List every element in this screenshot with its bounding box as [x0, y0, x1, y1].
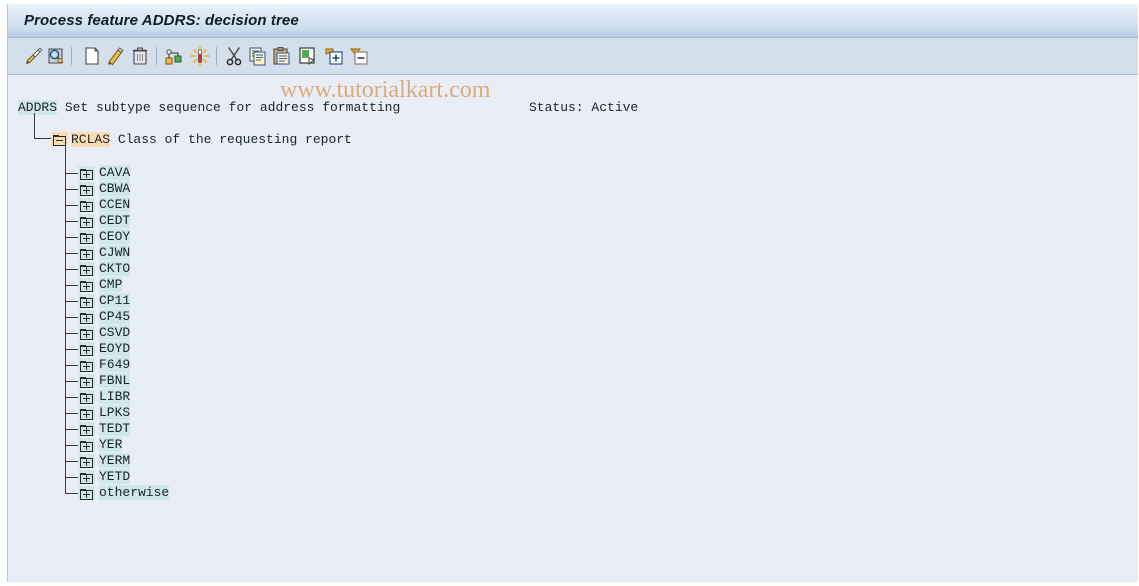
create-page-icon[interactable] — [82, 46, 102, 66]
expand-box-icon[interactable] — [78, 486, 95, 500]
expand-box-icon[interactable] — [78, 310, 95, 324]
root-node-description: Class of the requesting report — [110, 132, 352, 147]
tree-line-branch — [65, 477, 78, 478]
feature-header: ADDRS Set subtype sequence for address f… — [18, 100, 400, 115]
expand-box-icon[interactable] — [78, 406, 95, 420]
check-pencil-icon[interactable] — [24, 46, 44, 66]
tree-line-branch — [65, 429, 78, 430]
application-root: Process feature ADDRS: decision tree www… — [0, 0, 1139, 586]
expand-box-icon[interactable] — [78, 262, 95, 276]
tree-line-branch — [65, 445, 78, 446]
tree-leaf-label[interactable]: CEOY — [99, 229, 131, 244]
tree-line-children-spine — [65, 146, 66, 493]
window-title: Process feature ADDRS: decision tree — [24, 12, 299, 29]
tree-line-root-vertical — [34, 113, 35, 138]
expand-box-icon[interactable] — [78, 230, 95, 244]
root-node-key[interactable]: RCLAS — [71, 132, 111, 147]
display-magnifier-icon[interactable] — [46, 46, 66, 66]
toolbar-separator-3 — [216, 47, 217, 65]
tree-leaf-label[interactable]: CSVD — [99, 325, 131, 340]
tree-leaf-label[interactable]: CP11 — [99, 293, 131, 308]
tree-leaf-label[interactable]: CMP — [99, 277, 123, 292]
expand-box-icon[interactable] — [78, 470, 95, 484]
tree-leaf-label[interactable]: CAVA — [99, 165, 131, 180]
sap-window: Process feature ADDRS: decision tree www… — [7, 4, 1138, 582]
expand-box-icon[interactable] — [78, 166, 95, 180]
application-toolbar: www.tutorialkart.com — [8, 38, 1138, 103]
expand-box-icon[interactable] — [78, 358, 95, 372]
tree-line-branch — [65, 253, 78, 254]
expand-box-icon[interactable] — [78, 214, 95, 228]
tree-line-branch — [65, 285, 78, 286]
tree-leaf-label[interactable]: CBWA — [99, 181, 131, 196]
expand-box-icon[interactable] — [78, 454, 95, 468]
tree-line-branch — [65, 365, 78, 366]
expand-box-icon[interactable] — [78, 422, 95, 436]
tree-leaf-label[interactable]: YERM — [99, 453, 131, 468]
status-badge: Status: Active — [529, 100, 639, 115]
toolbar-separator-2 — [156, 47, 157, 65]
expand-box-icon[interactable] — [78, 278, 95, 292]
tree-leaf-label[interactable]: otherwise — [99, 485, 170, 500]
tree-leaf-label[interactable]: CP45 — [99, 309, 131, 324]
expand-box-icon[interactable] — [78, 438, 95, 452]
insert-line-icon[interactable] — [298, 46, 318, 66]
tree-leaf-label[interactable]: YER — [99, 437, 123, 452]
expand-box-icon[interactable] — [78, 342, 95, 356]
toolbar-separator-1 — [71, 47, 72, 65]
folder-collapse-box-icon[interactable] — [51, 132, 68, 146]
feature-key[interactable]: ADDRS — [18, 100, 58, 115]
expand-box-icon[interactable] — [78, 198, 95, 212]
copy-icon[interactable] — [248, 46, 268, 66]
tree-line-branch — [65, 397, 78, 398]
paste-clipboard-icon[interactable] — [272, 46, 292, 66]
tree-leaf-label[interactable]: CCEN — [99, 197, 131, 212]
tree-line-root-horizontal — [34, 138, 51, 139]
tree-line-branch — [65, 301, 78, 302]
cut-scissors-icon[interactable] — [224, 46, 244, 66]
tree-line-branch — [65, 237, 78, 238]
tree-leaf-label[interactable]: CKTO — [99, 261, 131, 276]
collapse-subtree-icon[interactable] — [349, 46, 369, 66]
tree-leaf-label[interactable]: F649 — [99, 357, 131, 372]
tree-line-branch — [65, 493, 78, 494]
tree-line-branch — [65, 221, 78, 222]
tree-leaf-label[interactable]: LIBR — [99, 389, 131, 404]
title-bar: Process feature ADDRS: decision tree — [8, 4, 1138, 38]
tree-line-branch — [65, 173, 78, 174]
tree-leaf-label[interactable]: FBNL — [99, 373, 131, 388]
tree-line-branch — [65, 317, 78, 318]
delete-trash-icon[interactable] — [130, 46, 150, 66]
magic-wand-icon[interactable] — [190, 46, 210, 66]
tree-leaf-label[interactable]: EOYD — [99, 341, 131, 356]
expand-box-icon[interactable] — [78, 182, 95, 196]
structure-node-icon[interactable] — [164, 46, 184, 66]
expand-box-icon[interactable] — [78, 390, 95, 404]
decision-tree-pane: ADDRS Set subtype sequence for address f… — [8, 75, 1138, 582]
tree-line-branch — [65, 413, 78, 414]
tree-line-branch — [65, 349, 78, 350]
expand-box-icon[interactable] — [78, 246, 95, 260]
tree-line-branch — [65, 333, 78, 334]
tree-leaf-label[interactable]: TEDT — [99, 421, 131, 436]
change-pencil-icon[interactable] — [106, 46, 126, 66]
tree-line-branch — [65, 189, 78, 190]
expand-box-icon[interactable] — [78, 326, 95, 340]
tree-leaf-label[interactable]: LPKS — [99, 405, 131, 420]
tree-line-branch — [65, 269, 78, 270]
tree-leaf-label[interactable]: CEDT — [99, 213, 131, 228]
expand-subtree-icon[interactable] — [324, 46, 344, 66]
expand-box-icon[interactable] — [78, 294, 95, 308]
tree-leaf-label[interactable]: YETD — [99, 469, 131, 484]
tree-leaf-label[interactable]: CJWN — [99, 245, 131, 260]
tree-line-branch — [65, 381, 78, 382]
expand-box-icon[interactable] — [78, 374, 95, 388]
tree-line-branch — [65, 461, 78, 462]
tree-line-branch — [65, 205, 78, 206]
feature-description: Set subtype sequence for address formatt… — [57, 100, 401, 115]
root-node-row[interactable]: RCLAS Class of the requesting report — [71, 132, 352, 147]
